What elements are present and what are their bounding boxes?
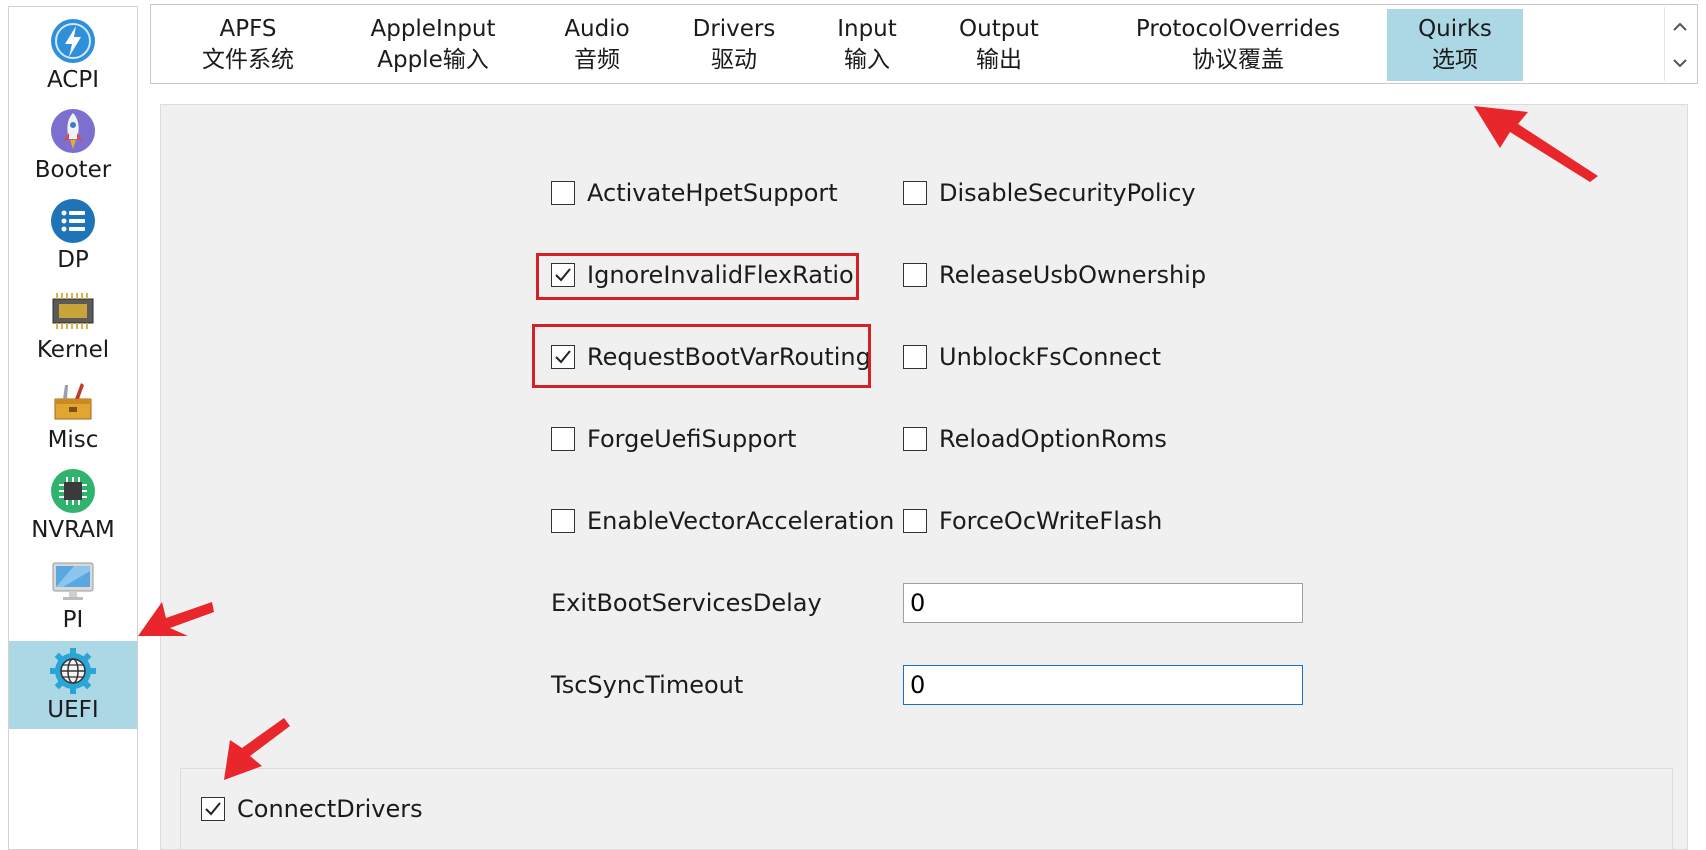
checkbox-box[interactable] [903,181,927,205]
sidebar-item-label: Kernel [36,337,110,363]
sidebar-item-label: PI [62,607,84,633]
checkbox-box[interactable] [903,345,927,369]
exit-boot-services-delay-label: ExitBootServicesDelay [551,589,822,617]
sidebar-item-label: UEFI [47,697,99,723]
checkbox-enablevectoracceleration[interactable]: EnableVectorAcceleration [551,503,894,539]
tab-scroller [1664,7,1695,81]
monitor-icon [52,562,94,600]
tab-sublabel: 输出 [976,47,1022,73]
checkbox-ignoreinvalidflexratio[interactable]: IgnoreInvalidFlexRatio [551,257,854,293]
checkbox-label: EnableVectorAcceleration [587,507,895,535]
tab-drivers[interactable]: Drivers 驱动 [671,9,797,81]
sidebar-item-misc[interactable]: Misc [9,371,137,459]
sidebar-item-kernel[interactable]: Kernel [9,281,137,369]
toolbox-icon [54,383,92,420]
checkbox-box[interactable] [201,797,225,821]
sidebar-item-label: Misc [47,427,99,453]
scroll-down-button[interactable] [1665,45,1695,81]
tab-quirks[interactable]: Quirks 选项 [1387,9,1523,81]
tsc-sync-timeout-label: TscSyncTimeout [551,671,744,699]
checkbox-unblockfsconnect[interactable]: UnblockFsConnect [903,339,1161,375]
tab-label: Quirks [1418,16,1492,42]
tab-sublabel: 输入 [844,47,890,73]
quirks-panel: ActivateHpetSupport IgnoreInvalidFlexRat… [160,104,1688,850]
checkbox-label: RequestBootVarRouting [587,343,871,371]
tab-apfs[interactable]: APFS 文件系统 [173,9,323,81]
checkbox-activatehpetsupport[interactable]: ActivateHpetSupport [551,175,838,211]
tab-audio[interactable]: Audio 音频 [537,9,657,81]
sidebar-item-label: ACPI [46,67,100,93]
checkbox-label: ConnectDrivers [237,795,423,823]
checkbox-releaseusbownership[interactable]: ReleaseUsbOwnership [903,257,1206,293]
tab-sublabel: 驱动 [711,47,757,73]
tab-sublabel: Apple输入 [377,47,489,73]
checkbox-label: UnblockFsConnect [939,343,1161,371]
chevron-up-icon [1673,22,1687,31]
sidebar: ACPI Booter DP Kernel Misc NVRAM PI UEFI [8,6,138,850]
tab-label: APFS [219,16,277,42]
sidebar-item-dp[interactable]: DP [9,191,137,279]
checkbox-box[interactable] [551,509,575,533]
checkbox-connectdrivers[interactable]: ConnectDrivers [201,791,423,827]
sidebar-item-label: DP [57,247,89,273]
check-icon [555,350,571,364]
checkbox-label: ForgeUefiSupport [587,425,797,453]
connect-drivers-panel: ConnectDrivers [180,768,1673,850]
checkbox-requestbootvarrouting[interactable]: RequestBootVarRouting [551,339,871,375]
checkbox-label: ReloadOptionRoms [939,425,1167,453]
tab-sublabel: 音频 [574,47,620,73]
checkbox-label: IgnoreInvalidFlexRatio [587,261,854,289]
list-icon [51,199,95,243]
checkbox-box[interactable] [551,263,575,287]
checkbox-box[interactable] [903,263,927,287]
rocket-icon [51,109,95,153]
chip-icon [52,293,94,329]
tab-appleinput[interactable]: AppleInput Apple输入 [347,9,519,81]
tab-label: AppleInput [370,16,496,42]
checkbox-forceocwriteflash[interactable]: ForceOcWriteFlash [903,503,1162,539]
checkbox-box[interactable] [903,509,927,533]
sidebar-item-pi[interactable]: PI [9,551,137,639]
memory-chip-icon [51,469,95,513]
globe-gear-icon [50,648,96,694]
tab-protocoloverrides[interactable]: ProtocolOverrides 协议覆盖 [1097,9,1379,81]
scroll-up-button[interactable] [1665,9,1695,45]
lightning-icon [51,19,95,63]
chevron-down-icon [1673,59,1687,68]
sidebar-item-label: Booter [34,157,112,183]
tab-label: Drivers [692,16,776,42]
tab-sublabel: 选项 [1432,47,1478,73]
checkbox-label: ActivateHpetSupport [587,179,838,207]
checkbox-box[interactable] [551,181,575,205]
tab-output[interactable]: Output 输出 [941,9,1057,81]
sidebar-item-label: NVRAM [31,517,115,543]
tsc-sync-timeout-input[interactable]: 0 [903,665,1303,705]
check-icon [205,802,221,816]
tab-label: Input [837,16,897,42]
sidebar-item-booter[interactable]: Booter [9,101,137,189]
checkbox-box[interactable] [551,427,575,451]
tab-input[interactable]: Input 输入 [817,9,917,81]
checkbox-reloadoptionroms[interactable]: ReloadOptionRoms [903,421,1167,457]
checkbox-label: DisableSecurityPolicy [939,179,1196,207]
checkbox-forgeuefisupport[interactable]: ForgeUefiSupport [551,421,796,457]
sidebar-item-acpi[interactable]: ACPI [9,11,137,99]
tab-sublabel: 文件系统 [202,47,294,73]
checkbox-disablesecuritypolicy[interactable]: DisableSecurityPolicy [903,175,1196,211]
tab-label: ProtocolOverrides [1135,16,1341,42]
exit-boot-services-delay-input[interactable]: 0 [903,583,1303,623]
tab-bar: APFS 文件系统 AppleInput Apple输入 Audio 音频 Dr… [150,4,1698,84]
checkbox-box[interactable] [551,345,575,369]
tab-label: Audio [564,16,630,42]
checkbox-label: ReleaseUsbOwnership [939,261,1207,289]
tab-label: Output [959,16,1039,42]
checkbox-box[interactable] [903,427,927,451]
tab-sublabel: 协议覆盖 [1192,47,1284,73]
checkbox-label: ForceOcWriteFlash [939,507,1163,535]
sidebar-item-nvram[interactable]: NVRAM [9,461,137,549]
check-icon [555,268,571,282]
sidebar-item-uefi[interactable]: UEFI [9,641,137,729]
